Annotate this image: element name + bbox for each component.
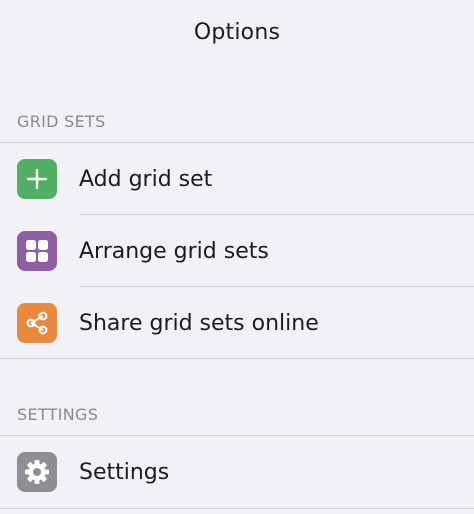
- page-title: Options: [193, 19, 281, 45]
- plus-icon: [17, 159, 57, 199]
- divider: [0, 508, 474, 509]
- share-icon: [17, 303, 57, 343]
- share-grid-sets-online-row[interactable]: Share grid sets online: [0, 287, 474, 359]
- settings-label: Settings: [79, 459, 170, 485]
- section-header-settings: SETTINGS: [17, 405, 99, 424]
- grid-icon: [17, 231, 57, 271]
- arrange-grid-sets-label: Arrange grid sets: [79, 238, 269, 264]
- navigation-header: Options: [0, 0, 474, 64]
- section-header-grid-sets: GRID SETS: [17, 112, 106, 131]
- gear-icon: [17, 452, 57, 492]
- add-grid-set-label: Add grid set: [79, 166, 213, 192]
- add-grid-set-row[interactable]: Add grid set: [0, 143, 474, 215]
- share-grid-sets-online-label: Share grid sets online: [79, 310, 319, 336]
- settings-row[interactable]: Settings: [0, 436, 474, 508]
- arrange-grid-sets-row[interactable]: Arrange grid sets: [0, 215, 474, 287]
- divider: [0, 358, 474, 359]
